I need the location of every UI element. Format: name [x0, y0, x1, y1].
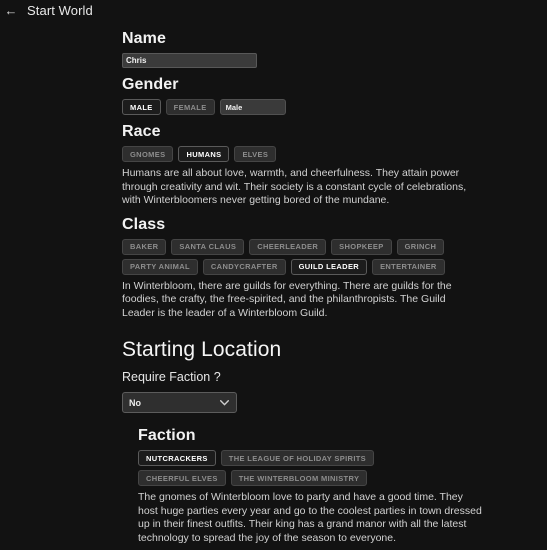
gender-option-female[interactable]: FEMALE [165, 99, 215, 115]
back-arrow-icon[interactable]: ← [0, 4, 22, 17]
faction-heading: Faction [138, 427, 196, 444]
require-faction-select[interactable]: No [122, 392, 237, 413]
top-bar: ← Start World [0, 0, 547, 21]
require-faction-label: Require Faction ? [122, 370, 221, 384]
page-title: Start World [27, 3, 93, 18]
gender-option-male[interactable]: MALE [122, 99, 161, 115]
faction-option-nutcrackers[interactable]: NUTCRACKERS [138, 450, 216, 466]
faction-options-row-1: NUTCRACKERS THE LEAGUE OF HOLIDAY SPIRIT… [138, 450, 482, 466]
race-option-humans[interactable]: HUMANS [178, 146, 230, 162]
name-input[interactable] [122, 53, 257, 68]
require-faction-select-wrap: No [122, 392, 237, 413]
class-options-row-2: PARTY ANIMAL CANDYCRAFTER GUILD LEADER E… [122, 258, 482, 275]
race-description: Humans are all about love, warmth, and c… [122, 167, 467, 206]
name-heading: Name [122, 30, 166, 47]
gender-heading: Gender [122, 76, 179, 93]
class-description: In Winterbloom, there are guilds for eve… [122, 279, 452, 319]
class-option-party-animal[interactable]: PARTY ANIMAL [122, 258, 198, 275]
gender-options: MALE FEMALE [122, 99, 482, 115]
class-option-candycrafter[interactable]: CANDYCRAFTER [202, 258, 286, 275]
race-option-gnomes[interactable]: GNOMES [122, 146, 174, 162]
start-world-screen: ← Start World Name Gender MALE FEMALE Ra… [0, 0, 547, 550]
faction-option-winterbloom-ministry[interactable]: THE WINTERBLOOM MINISTRY [230, 470, 368, 486]
gender-custom-input[interactable] [219, 99, 286, 115]
faction-option-league-of-holiday-spirits[interactable]: THE LEAGUE OF HOLIDAY SPIRITS [220, 450, 375, 466]
faction-options-row-2: CHEERFUL ELVES THE WINTERBLOOM MINISTRY [138, 470, 482, 486]
class-option-shopkeep[interactable]: SHOPKEEP [331, 238, 392, 255]
class-option-cheerleader[interactable]: CHEERLEADER [249, 238, 327, 255]
class-option-entertainer[interactable]: ENTERTAINER [372, 258, 445, 275]
race-options: GNOMES HUMANS ELVES [122, 146, 482, 162]
faction-description: The gnomes of Winterbloom love to party … [138, 491, 482, 544]
class-option-santa-claus[interactable]: SANTA CLAUS [171, 238, 245, 255]
character-form: Name Gender MALE FEMALE Race GNOMES HUMA… [122, 22, 482, 549]
faction-section: Faction NUTCRACKERS THE LEAGUE OF HOLIDA… [138, 427, 482, 545]
class-options-row-1: BAKER SANTA CLAUS CHEERLEADER SHOPKEEP G… [122, 238, 482, 255]
class-option-grinch[interactable]: GRINCH [396, 238, 445, 255]
class-option-baker[interactable]: BAKER [122, 238, 167, 255]
class-heading: Class [122, 215, 166, 233]
race-option-elves[interactable]: ELVES [234, 146, 277, 162]
race-heading: Race [122, 123, 161, 140]
class-option-guild-leader[interactable]: GUILD LEADER [290, 258, 368, 275]
starting-location-heading: Starting Location [122, 338, 282, 361]
faction-option-cheerful-elves[interactable]: CHEERFUL ELVES [138, 470, 226, 486]
